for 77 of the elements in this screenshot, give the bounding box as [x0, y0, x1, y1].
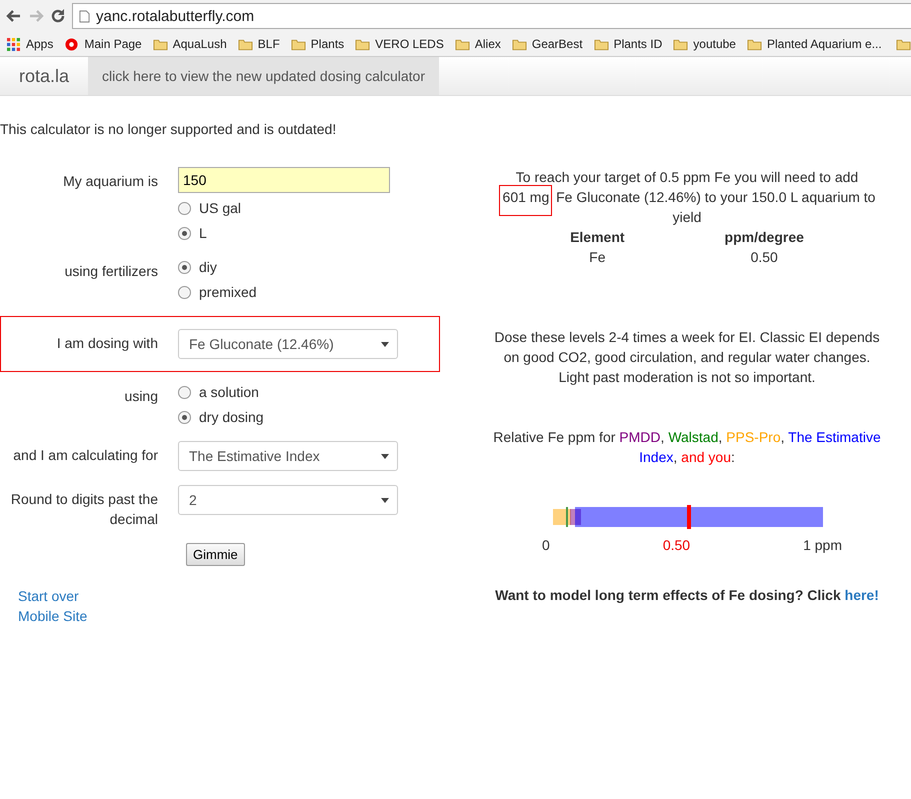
radio-button[interactable] — [178, 410, 191, 424]
field-label: I am dosing with — [56, 334, 159, 353]
folder-icon[interactable] — [896, 38, 911, 50]
bookmark-label: BLF — [258, 37, 280, 51]
caret-icon — [381, 498, 389, 502]
radio-label: a solution — [199, 384, 259, 400]
bookmark-folder[interactable]: BLF — [238, 37, 280, 51]
site-bookmark[interactable]: Main Page — [64, 37, 142, 51]
text-link[interactable]: Mobile Site — [18, 606, 460, 626]
bookmark-label: youtube — [693, 37, 736, 51]
advice-text: Dose these levels 2-4 times a week for EI. Classic EI depends on good CO2, good circulation, and regular water changes. Light past moderation is not so important. — [493, 328, 881, 387]
here-link[interactable]: here! — [844, 587, 879, 603]
table-cell-text: 0.50 — [750, 248, 779, 267]
bookmark-label: GearBest — [532, 37, 583, 51]
bookmark-folder[interactable]: GearBest — [512, 37, 583, 51]
bookmark-label: Plants — [310, 37, 344, 51]
bookmark-folder[interactable]: AquaLush — [152, 37, 227, 51]
field-label: using — [124, 387, 159, 406]
folder-icon — [355, 38, 370, 50]
column-header: ppm/degree — [724, 228, 805, 247]
axis-label: 0.50 — [662, 536, 690, 555]
dropdown[interactable]: The Estimative Index — [178, 441, 398, 471]
bookmark-folder[interactable]: Plants — [290, 37, 344, 51]
bookmark-folder[interactable]: Plants ID — [594, 37, 662, 51]
radio-label: diy — [199, 259, 217, 275]
field-label: and I am calculating for — [12, 446, 159, 465]
bookmark-label: AquaLush — [172, 37, 227, 51]
grid-icon — [6, 38, 21, 50]
aquarium-volume-field[interactable]: 150 — [178, 167, 390, 193]
bookmark-label: VERO LEDS — [375, 37, 444, 51]
radio-button[interactable] — [178, 260, 191, 274]
apps-bookmark[interactable]: Apps — [6, 37, 54, 51]
bookmark-folder[interactable]: VERO LEDS — [355, 37, 444, 51]
folder-icon — [290, 38, 306, 50]
ring-icon — [64, 38, 80, 50]
bookmark-folder[interactable]: Aliex — [454, 37, 501, 51]
folder-icon — [746, 38, 762, 50]
table-cell-text: Fe — [588, 248, 606, 267]
bookmark-label: Plants ID — [614, 37, 662, 51]
reload-icon[interactable] — [50, 8, 66, 24]
back-icon[interactable] — [6, 8, 22, 24]
dropdown[interactable]: 2 — [178, 485, 398, 515]
folder-icon — [238, 38, 253, 50]
folder-icon — [594, 38, 609, 50]
bookmark-label: Apps — [26, 37, 54, 51]
radio-label: dry dosing — [199, 409, 264, 425]
folder-icon — [454, 38, 470, 50]
axis-label: 1 ppm — [803, 536, 842, 555]
folder-icon — [673, 38, 688, 50]
dropdown[interactable]: Fe Gluconate (12.46%) — [178, 329, 398, 359]
bookmark-label: Main Page — [84, 37, 142, 51]
radio-button[interactable] — [178, 286, 191, 298]
radio-label: L — [199, 225, 207, 241]
radio-button[interactable] — [178, 226, 191, 240]
address-bar[interactable]: yanc.rotalabutterfly.com — [72, 3, 911, 29]
brand-link[interactable]: rota.la — [0, 57, 88, 95]
model-prompt-text: Want to model long term effects of Fe dosing? Click here! — [494, 586, 880, 605]
radio-label: US gal — [199, 200, 242, 216]
radio-button[interactable] — [178, 386, 191, 398]
radio-button[interactable] — [178, 202, 191, 214]
bookmark-label: Aliex — [474, 37, 501, 51]
caret-icon — [381, 342, 389, 346]
bookmark-folder[interactable]: youtube — [673, 37, 736, 51]
caret-icon — [381, 454, 389, 458]
outdated-notice: This calculator is no longer supported and is outdated! — [0, 121, 338, 137]
field-label: using fertilizers — [64, 262, 159, 281]
text-link[interactable]: Start over — [18, 586, 460, 606]
field-label: Round to digits past the decimal — [10, 490, 159, 529]
radio-label: premixed — [199, 284, 257, 300]
folder-icon — [512, 38, 527, 50]
field-label: My aquarium is — [62, 172, 159, 191]
axis-label: 0 — [542, 536, 550, 555]
legend-text: Relative Fe ppm for PMDD, Walstad, PPS-Pro, The Estimative Index, and you: — [492, 428, 882, 467]
gimmie-button[interactable]: Gimmie — [186, 543, 245, 566]
folder-icon — [152, 38, 168, 50]
column-header: Element — [569, 228, 626, 247]
new-calculator-link[interactable]: click here to view the new updated dosing calculator — [88, 57, 439, 95]
